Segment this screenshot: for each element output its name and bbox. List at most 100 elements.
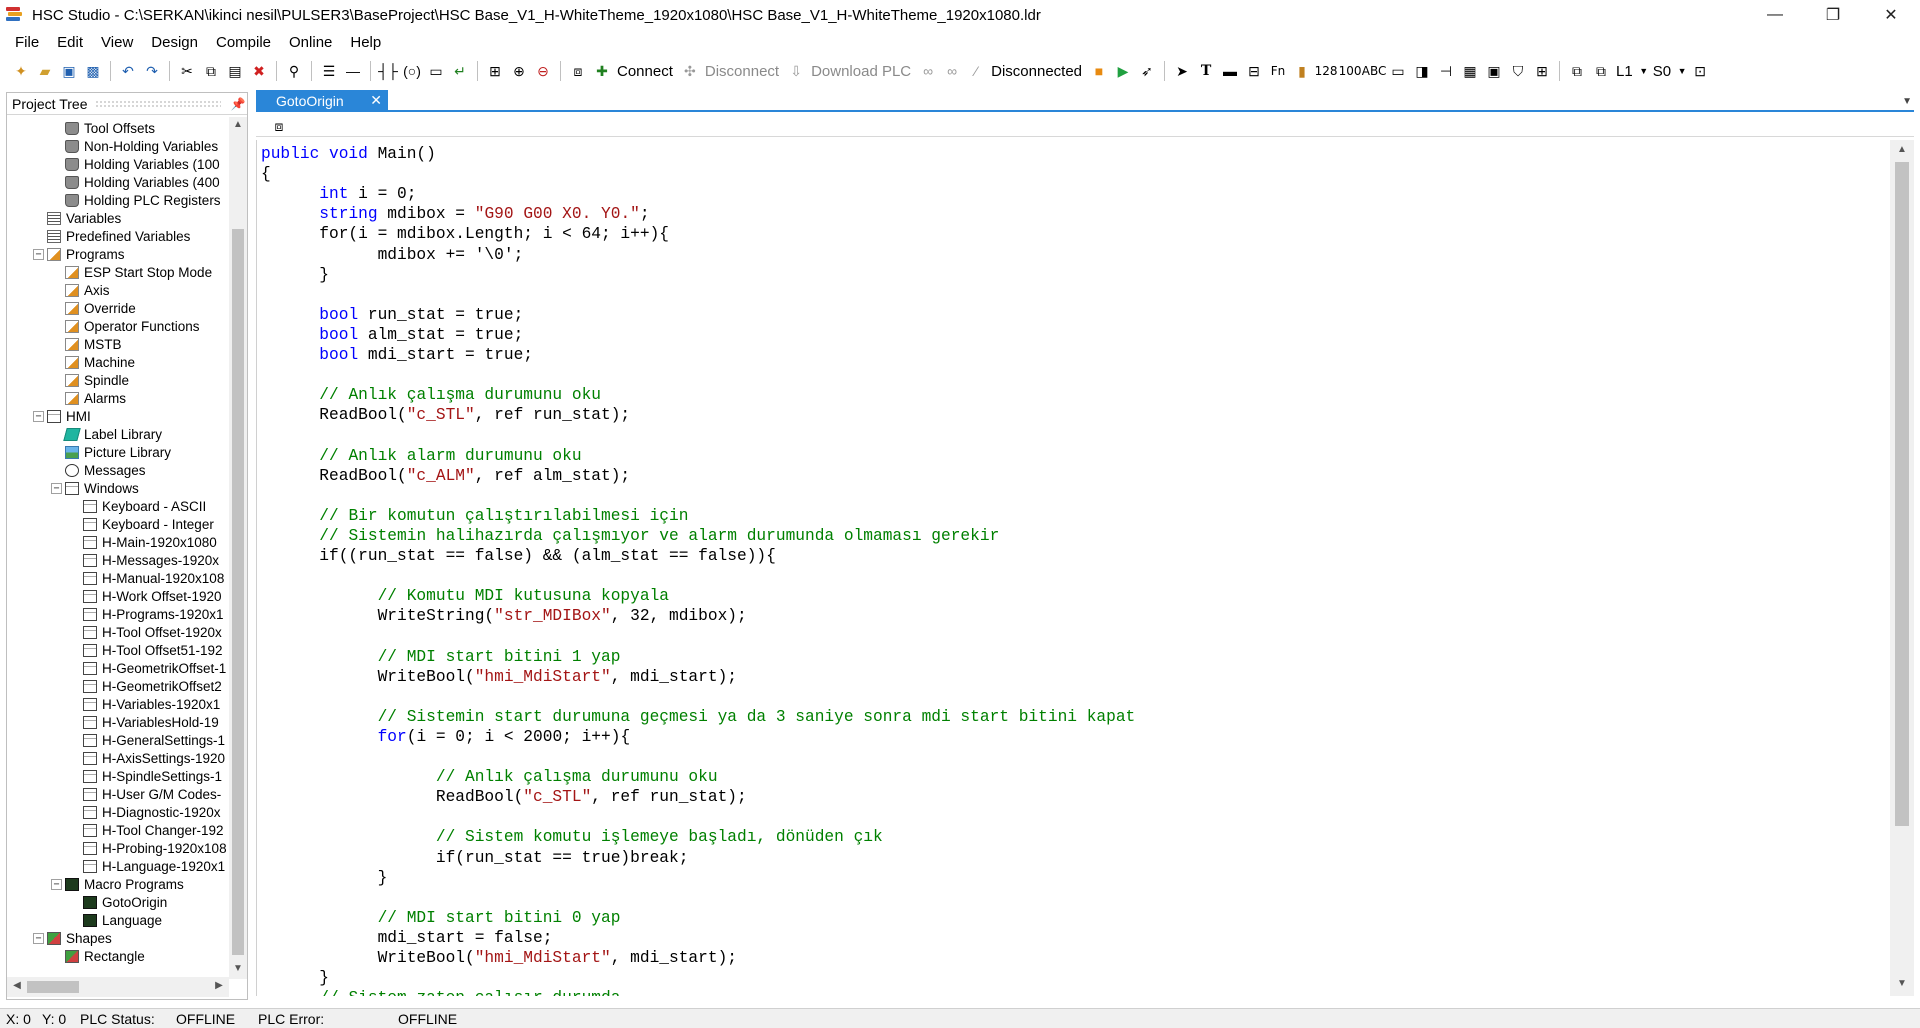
open-folder-icon[interactable]: ▰ (34, 60, 56, 82)
tree-item[interactable]: H-Probing-1920x108 (83, 839, 227, 857)
disconnect-button[interactable]: Disconnect (705, 63, 779, 80)
list-icon[interactable]: ☰ (318, 60, 340, 82)
delete-icon[interactable]: ✖ (248, 60, 270, 82)
tree-item[interactable]: Holding PLC Registers (65, 191, 221, 209)
coil-icon[interactable]: (○) (401, 60, 423, 82)
glasses-icon[interactable]: ∞ (917, 60, 939, 82)
copy-icon[interactable]: ⧉ (200, 60, 222, 82)
editor-vertical-scrollbar[interactable]: ▲ ▼ (1890, 140, 1914, 996)
tree-item[interactable]: H-Work Offset-1920 (83, 587, 222, 605)
tree-item[interactable]: Tool Offsets (65, 119, 155, 137)
collapse-icon[interactable]: − (51, 878, 62, 890)
block-icon[interactable]: ▭ (425, 60, 447, 82)
tree-item[interactable]: − Programs (33, 245, 125, 263)
scroll-up-icon[interactable]: ▲ (230, 119, 246, 130)
remove-network-icon[interactable]: ⊖ (532, 60, 554, 82)
monitor-icon[interactable]: ∞ (941, 60, 963, 82)
toggle-tool-icon[interactable]: ⊟ (1243, 60, 1265, 82)
insert-network-icon[interactable]: ⊕ (508, 60, 530, 82)
menu-design[interactable]: Design (142, 30, 207, 56)
code-editor[interactable]: public void Main(){ int i = 0; string md… (256, 140, 1890, 996)
numeric-128-tool-icon[interactable]: 128 (1315, 60, 1338, 82)
tree-item[interactable]: H-Programs-1920x1 (83, 605, 224, 623)
tree-item[interactable]: Language (83, 911, 162, 929)
button-tool-icon[interactable]: ▬ (1219, 60, 1241, 82)
scroll-down-icon[interactable]: ▼ (230, 963, 246, 974)
numeric-100-tool-icon[interactable]: 100 (1339, 60, 1362, 82)
menu-help[interactable]: Help (341, 30, 390, 56)
tree-item[interactable]: H-Tool Changer-192 (83, 821, 224, 839)
tree-item[interactable]: H-Manual-1920x108 (83, 569, 224, 587)
collapse-icon[interactable]: − (33, 248, 44, 260)
close-window-button[interactable]: ✕ (1862, 0, 1920, 30)
paste-icon[interactable]: ▤ (224, 60, 246, 82)
tree-item[interactable]: H-Diagnostic-1920x (83, 803, 221, 821)
function-tool-icon[interactable]: Fn (1267, 60, 1289, 82)
contact-icon[interactable]: ┤├ (377, 60, 399, 82)
tree-item[interactable]: Machine (65, 353, 135, 371)
collapse-icon[interactable]: − (33, 410, 44, 422)
pin-icon[interactable]: 📌 (229, 97, 247, 111)
add-network-icon[interactable]: ⊞ (484, 60, 506, 82)
save-all-icon[interactable]: ▩ (82, 60, 104, 82)
tree-item[interactable]: H-GeometrikOffset2 (83, 677, 222, 695)
tree-item[interactable]: Alarms (65, 389, 126, 407)
tree-item[interactable]: − Shapes (33, 929, 112, 947)
connect-button[interactable]: Connect (617, 63, 673, 80)
undo-icon[interactable]: ↶ (117, 60, 139, 82)
abc-tool-icon[interactable]: ABC (1362, 60, 1387, 82)
minimize-button[interactable]: — (1746, 0, 1804, 30)
collapse-icon[interactable]: − (51, 482, 62, 494)
tree-item[interactable]: Holding Variables (100 (65, 155, 220, 173)
slider-tool-icon[interactable]: ⊣ (1435, 60, 1457, 82)
send-back-icon[interactable]: ⧉ (1590, 60, 1612, 82)
save-icon[interactable]: ▣ (58, 60, 80, 82)
scroll-left-icon[interactable]: ◀ (9, 980, 25, 991)
level-dropdown-icon[interactable]: ▼ (1639, 60, 1649, 82)
connect-icon[interactable]: ✚ (591, 60, 613, 82)
tree-item[interactable]: H-SpindleSettings-1 (83, 767, 222, 785)
tree-item[interactable]: − Windows (51, 479, 139, 497)
editor-scroll-down-icon[interactable]: ▼ (1894, 978, 1910, 989)
tree-item[interactable]: H-Language-1920x1 (83, 857, 225, 875)
tree-item[interactable]: H-VariablesHold-19 (83, 713, 219, 731)
tree-item[interactable]: H-GeometrikOffset-1 (83, 659, 226, 677)
text-tool-icon[interactable]: T (1195, 60, 1217, 82)
tree-item[interactable]: Predefined Variables (47, 227, 190, 245)
grid-tool-icon[interactable]: ⊞ (1531, 60, 1553, 82)
compile-macro-icon[interactable]: ⧈ (268, 115, 290, 137)
menu-file[interactable]: File (6, 30, 48, 56)
rocket-icon[interactable]: ➶ (1136, 60, 1158, 82)
add-station-icon[interactable]: ⊡ (1689, 60, 1711, 82)
horizontal-line-icon[interactable]: — (342, 60, 364, 82)
redo-icon[interactable]: ↷ (141, 60, 163, 82)
shield-tool-icon[interactable]: ⛉ (1507, 60, 1529, 82)
tree-item[interactable]: H-Main-1920x1080 (83, 533, 217, 551)
tree-item[interactable]: ESP Start Stop Mode (65, 263, 212, 281)
indicator-tool-icon[interactable]: ▮ (1291, 60, 1313, 82)
switch-tool-icon[interactable]: ◨ (1411, 60, 1433, 82)
tree-item[interactable]: H-Messages-1920x (83, 551, 219, 569)
tree-item[interactable]: Variables (47, 209, 121, 227)
tree-item[interactable]: Rectangle (65, 947, 145, 965)
image-tool-icon[interactable]: ▣ (1483, 60, 1505, 82)
close-tab-icon[interactable]: ✕ (370, 92, 382, 109)
download-plc-button[interactable]: Download PLC (811, 63, 911, 80)
new-project-icon[interactable]: ✦ (10, 60, 32, 82)
tree-vertical-scrollbar[interactable]: ▲ ▼ (229, 117, 247, 979)
tree-item[interactable]: MSTB (65, 335, 122, 353)
menu-online[interactable]: Online (280, 30, 341, 56)
compile-icon[interactable]: ⧈ (567, 60, 589, 82)
table-tool-icon[interactable]: ▦ (1459, 60, 1481, 82)
tree-item[interactable]: H-GeneralSettings-1 (83, 731, 225, 749)
find-icon[interactable]: ⚲ (283, 60, 305, 82)
tree-horizontal-scrollbar[interactable]: ◀ ▶ (7, 977, 229, 997)
tree-item[interactable]: − Macro Programs (51, 875, 184, 893)
scroll-right-icon[interactable]: ▶ (211, 980, 227, 991)
cut-icon[interactable]: ✂ (176, 60, 198, 82)
editor-scroll-up-icon[interactable]: ▲ (1894, 144, 1910, 155)
tab-list-dropdown-icon[interactable]: ▼ (1902, 96, 1912, 107)
tree-item[interactable]: Label Library (63, 425, 162, 443)
collapse-icon[interactable]: − (33, 932, 44, 944)
station-dropdown-icon[interactable]: ▼ (1677, 60, 1687, 82)
